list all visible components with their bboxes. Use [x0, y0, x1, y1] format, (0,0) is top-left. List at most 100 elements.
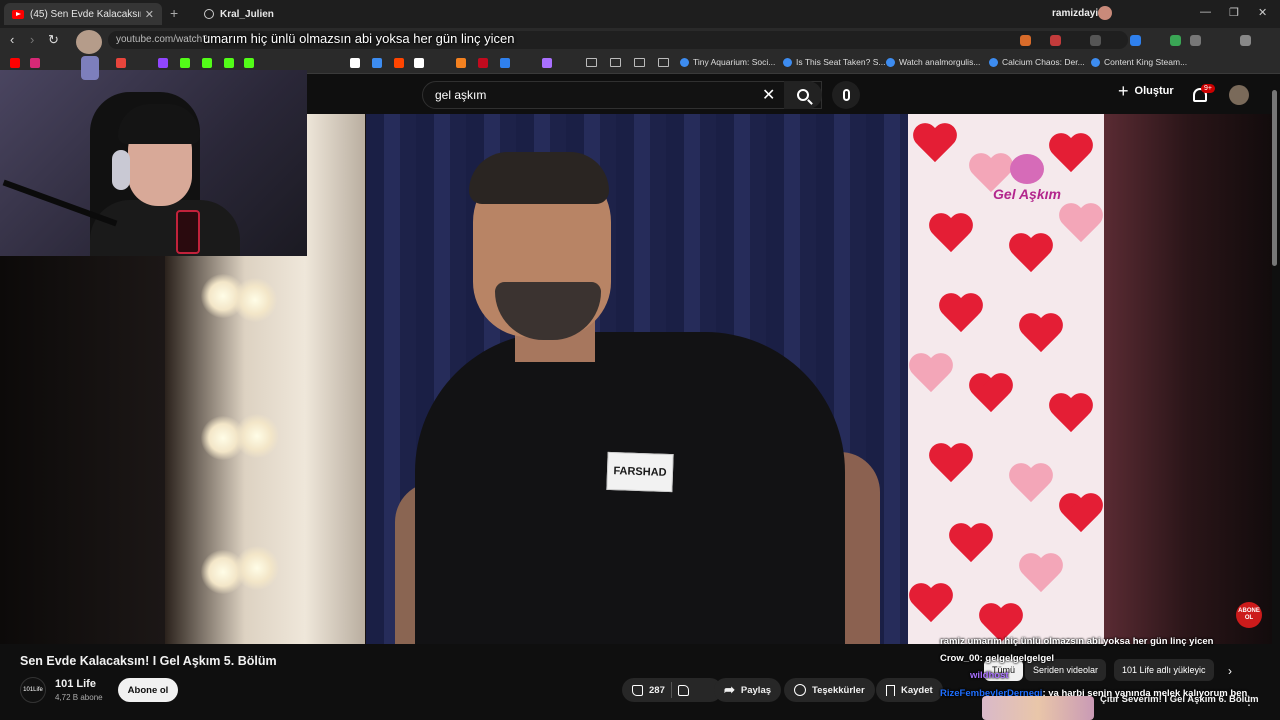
bookmark-icon[interactable] [202, 58, 212, 68]
bookmark-link[interactable]: Tiny Aquarium: Soci... [680, 57, 775, 67]
browser-toolbar: ‹ › ↻ youtube.com/watch? [0, 28, 1280, 52]
bookmark-icon[interactable] [542, 58, 552, 68]
bookmark-icon[interactable] [10, 58, 20, 68]
bookmark-icon[interactable] [414, 58, 424, 68]
divider [670, 682, 672, 698]
thanks-button[interactable]: Teşekkürler [784, 678, 875, 702]
tab-title: (45) Sen Evde Kalacaksın! I Ge [30, 8, 141, 20]
puzzle-icon[interactable] [1190, 35, 1201, 46]
folder-icon[interactable] [658, 58, 669, 67]
microphone-icon [842, 89, 850, 101]
chat-text: ramiz umarım hiç ünlü olmazsın abi yoksa… [940, 636, 1214, 647]
recommended-title[interactable]: Çıtır Severim! I Gel Aşkım 6. Bölüm [1100, 694, 1260, 706]
voice-search-button[interactable] [832, 81, 860, 109]
recommended-thumbnail[interactable] [982, 696, 1094, 720]
figurine-body [81, 56, 99, 80]
bookmark-icon[interactable] [456, 58, 466, 68]
folder-icon[interactable] [634, 58, 645, 67]
bookmark-icon[interactable] [158, 58, 168, 68]
thanks-label: Teşekkürler [812, 684, 865, 696]
extension-icon[interactable] [1130, 35, 1141, 46]
browser-profile-avatar[interactable] [1098, 6, 1112, 20]
subscribe-watermark[interactable]: ABONE OL [1236, 602, 1262, 628]
bookmark-icon[interactable] [224, 58, 234, 68]
bulb [235, 546, 279, 590]
dislike-icon[interactable] [677, 684, 689, 696]
bookmark-icon[interactable] [478, 58, 488, 68]
create-button[interactable]: + Oluştur [1118, 82, 1174, 100]
share-label: Paylaş [740, 684, 772, 696]
heart [908, 354, 954, 396]
share-icon: ➦ [724, 682, 735, 697]
heart [1018, 554, 1064, 596]
bookmark-link[interactable]: Is This Seat Taken? S... [783, 57, 885, 67]
new-tab-icon[interactable]: + [170, 5, 178, 21]
stream-caption: umarım hiç ünlü olmazsın abi yoksa her g… [203, 31, 515, 46]
figurine-overlay [76, 30, 104, 90]
chat-user: wildhost [970, 670, 1009, 681]
bookmark-icon[interactable] [116, 58, 126, 68]
heart [928, 214, 974, 256]
scrollbar[interactable] [1272, 90, 1277, 266]
channel-avatar[interactable]: 101Life [20, 677, 46, 703]
forward-icon[interactable]: › [30, 32, 34, 47]
steam-icon [783, 57, 792, 67]
chat-message: Crow_00: gelgelgelgelgel [940, 653, 1054, 664]
chip-uploader[interactable]: 101 Life adlı yükleyic [1114, 659, 1214, 681]
media-icon[interactable] [1240, 35, 1251, 46]
heart [968, 374, 1014, 416]
avatar[interactable] [1229, 85, 1249, 105]
like-icon[interactable] [632, 684, 643, 696]
microphone [176, 210, 200, 254]
bookmark-link[interactable]: Watch analmorgulis... [886, 57, 980, 67]
tab-youtube[interactable]: (45) Sen Evde Kalacaksın! I Ge ✕ [4, 3, 162, 25]
extension-icon[interactable] [1090, 35, 1101, 46]
channel-name[interactable]: 101 Life [55, 678, 96, 690]
bookmark-icon[interactable] [30, 58, 40, 68]
bookmark-icon[interactable] [244, 58, 254, 68]
heart [938, 294, 984, 336]
heart [908, 584, 954, 626]
more-options-icon[interactable]: ⋮ [1243, 694, 1255, 708]
extension-icon[interactable] [1050, 35, 1061, 46]
back-icon[interactable]: ‹ [10, 32, 14, 47]
like-count[interactable]: 287 [649, 685, 665, 696]
save-button[interactable]: Kaydet [876, 678, 943, 702]
steam-icon [989, 57, 998, 67]
chevron-right-icon[interactable]: › [1228, 664, 1232, 678]
search-button[interactable] [784, 81, 822, 109]
tab-profile[interactable]: Kral_Julien [196, 3, 346, 25]
show-logo: Gel Aşkım [992, 154, 1062, 202]
bookmark-link[interactable]: Calcium Chaos: Der... [989, 57, 1085, 67]
chat-message: wildhost [970, 670, 1009, 681]
like-dislike-group: 287 [622, 678, 722, 702]
subscribe-button[interactable]: Abone ol [118, 678, 178, 702]
heart [1058, 204, 1104, 246]
bookmark-link[interactable]: Content King Steam... [1091, 57, 1187, 67]
steam-icon [1091, 57, 1100, 67]
reload-icon[interactable]: ↻ [48, 32, 59, 48]
heart [1008, 464, 1054, 506]
close-tab-icon[interactable]: ✕ [145, 8, 154, 21]
steam-icon [680, 57, 689, 67]
heart [1048, 394, 1094, 436]
browser-profile-name[interactable]: ramizdayi [1052, 8, 1098, 19]
save-icon [886, 684, 895, 696]
bookmark-icon[interactable] [372, 58, 382, 68]
name-tag: FARSHAD [606, 451, 674, 493]
clear-search-icon[interactable]: ✕ [762, 85, 775, 105]
bookmark-icon[interactable] [350, 58, 360, 68]
minimize-icon[interactable]: — [1200, 6, 1211, 18]
folder-icon[interactable] [610, 58, 621, 67]
bookmark-icon[interactable] [180, 58, 190, 68]
folder-icon[interactable] [586, 58, 597, 67]
brave-shield-icon[interactable] [1020, 35, 1031, 46]
bookmark-icon[interactable] [500, 58, 510, 68]
share-button[interactable]: ➦ Paylaş [714, 678, 782, 702]
restore-icon[interactable]: ❐ [1229, 6, 1239, 19]
streamer-hair [118, 104, 200, 144]
heart [912, 124, 958, 166]
close-window-icon[interactable]: ✕ [1258, 6, 1267, 19]
bookmark-icon[interactable] [394, 58, 404, 68]
extension-icon[interactable] [1170, 35, 1181, 46]
